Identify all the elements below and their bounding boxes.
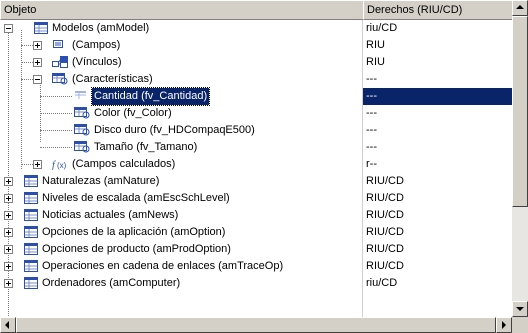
tree-row[interactable]: (Vínculos) RIU [0,54,512,71]
row-rights: RIU/CD [366,209,404,221]
expand-toggle[interactable] [33,41,42,50]
vertical-scrollbar[interactable] [512,0,528,317]
tree-row-selected[interactable]: Cantidad (fv_Cantidad) --- [0,87,512,106]
rights-tree-grid: Objeto Derechos (RIU/CD) Modelos (amMode… [0,0,528,333]
tree-row[interactable]: Ordenadores (amComputer) riu/CD [0,275,512,292]
arrow-up-icon [516,5,524,9]
horizontal-scrollbar[interactable] [0,317,512,333]
row-label: Opciones de producto (amProdOption) [42,243,231,255]
row-label: Tamaño (fv_Tamano) [94,141,198,153]
arrow-down-icon [516,307,524,311]
vertical-scroll-thumb[interactable] [512,16,528,207]
function-icon: f (x) [52,158,67,170]
row-rights: riu/CD [366,22,398,34]
tree-row[interactable]: f (x) (Campos calculados) r-- [0,156,512,173]
tree-row[interactable]: Operaciones en cadena de enlaces (amTrac… [0,258,512,275]
tree-row[interactable]: Opciones de producto (amProdOption) RIU/… [0,241,512,258]
expand-toggle[interactable] [4,262,13,271]
fields-icon [52,39,66,51]
table-icon [24,175,38,187]
scrollbar-corner [512,317,528,333]
arrow-right-icon [502,321,506,329]
row-rights: riu/CD [366,277,398,289]
row-rights: RIU [366,39,385,51]
tree-row[interactable]: Naturalezas (amNature) RIU/CD [0,173,512,190]
tree-row[interactable]: (Características) --- [0,71,512,88]
row-label: Niveles de escalada (amEscSchLevel) [42,192,230,204]
feature-icon [74,124,90,136]
row-label: (Campos) [72,39,121,51]
row-rights: --- [366,107,377,119]
tree-row[interactable]: Disco duro (fv_HDCompaqE500) --- [0,122,512,139]
row-rights: RIU/CD [366,260,404,272]
row-label: Operaciones en cadena de enlaces (amTrac… [42,260,284,272]
row-rights: --- [366,141,377,153]
horizontal-scroll-thumb[interactable] [16,317,496,333]
tree-row[interactable]: Color (fv_Color) --- [0,105,512,122]
row-rights: RIU [366,56,385,68]
row-label: Naturalezas (amNature) [42,175,160,187]
scroll-down-button[interactable] [512,301,528,317]
row-label: Ordenadores (amComputer) [42,277,181,289]
scroll-right-button[interactable] [496,317,512,333]
tree-rows: Modelos (amModel) riu/CD (Campos) RIU (V… [0,20,512,318]
table-icon [24,243,38,255]
svg-text:(x): (x) [57,161,67,170]
collapse-toggle[interactable] [33,75,42,84]
table-icon [24,209,38,221]
row-label: Color (fv_Color) [94,107,172,119]
row-label: Disco duro (fv_HDCompaqE500) [94,124,255,136]
column-header-bar: Objeto Derechos (RIU/CD) [0,0,513,20]
expand-toggle[interactable] [4,194,13,203]
expand-toggle[interactable] [4,177,13,186]
row-rights: --- [366,124,377,136]
row-rights: r-- [366,158,377,170]
table-icon [24,192,38,204]
row-rights: RIU/CD [366,175,404,187]
table-icon [24,226,38,238]
row-label: (Campos calculados) [72,158,176,170]
row-rights: --- [366,73,377,85]
tree-row[interactable]: Noticias actuales (amNews) RIU/CD [0,207,512,224]
row-label: (Características) [72,73,153,85]
expand-toggle[interactable] [33,58,42,67]
expand-toggle[interactable] [4,245,13,254]
feature-icon [74,141,90,153]
tree-row[interactable]: (Campos) RIU [0,37,512,54]
scroll-up-button[interactable] [512,0,528,16]
links-icon [52,56,68,68]
tree-row[interactable]: Opciones de la aplicación (amOption) RIU… [0,224,512,241]
tree-row[interactable]: Modelos (amModel) riu/CD [0,20,512,37]
row-rights: RIU/CD [366,192,404,204]
tree-row[interactable]: Tamaño (fv_Tamano) --- [0,139,512,156]
column-header-object[interactable]: Objeto [0,0,364,20]
arrow-left-icon [5,321,9,329]
row-rights: RIU/CD [366,226,404,238]
expand-toggle[interactable] [4,211,13,220]
feature-icon [74,90,88,102]
table-icon [24,277,38,289]
column-header-rights[interactable]: Derechos (RIU/CD) [363,0,513,20]
row-rights: RIU/CD [366,243,404,255]
expand-toggle[interactable] [33,160,42,169]
table-icon [34,22,48,34]
row-label: (Vínculos) [72,56,122,68]
collapse-toggle[interactable] [4,24,13,33]
scroll-left-button[interactable] [0,317,16,333]
row-label: Opciones de la aplicación (amOption) [42,226,226,238]
table-icon [24,260,38,272]
row-label: Cantidad (fv_Cantidad) [90,87,211,106]
expand-toggle[interactable] [4,279,13,288]
feature-icon [74,107,90,119]
features-icon [52,73,68,85]
row-label: Noticias actuales (amNews) [42,209,179,221]
expand-toggle[interactable] [4,228,13,237]
row-label: Modelos (amModel) [52,22,150,34]
tree-row[interactable]: Niveles de escalada (amEscSchLevel) RIU/… [0,190,512,207]
svg-text:f: f [52,160,56,170]
row-rights: --- [363,88,512,105]
